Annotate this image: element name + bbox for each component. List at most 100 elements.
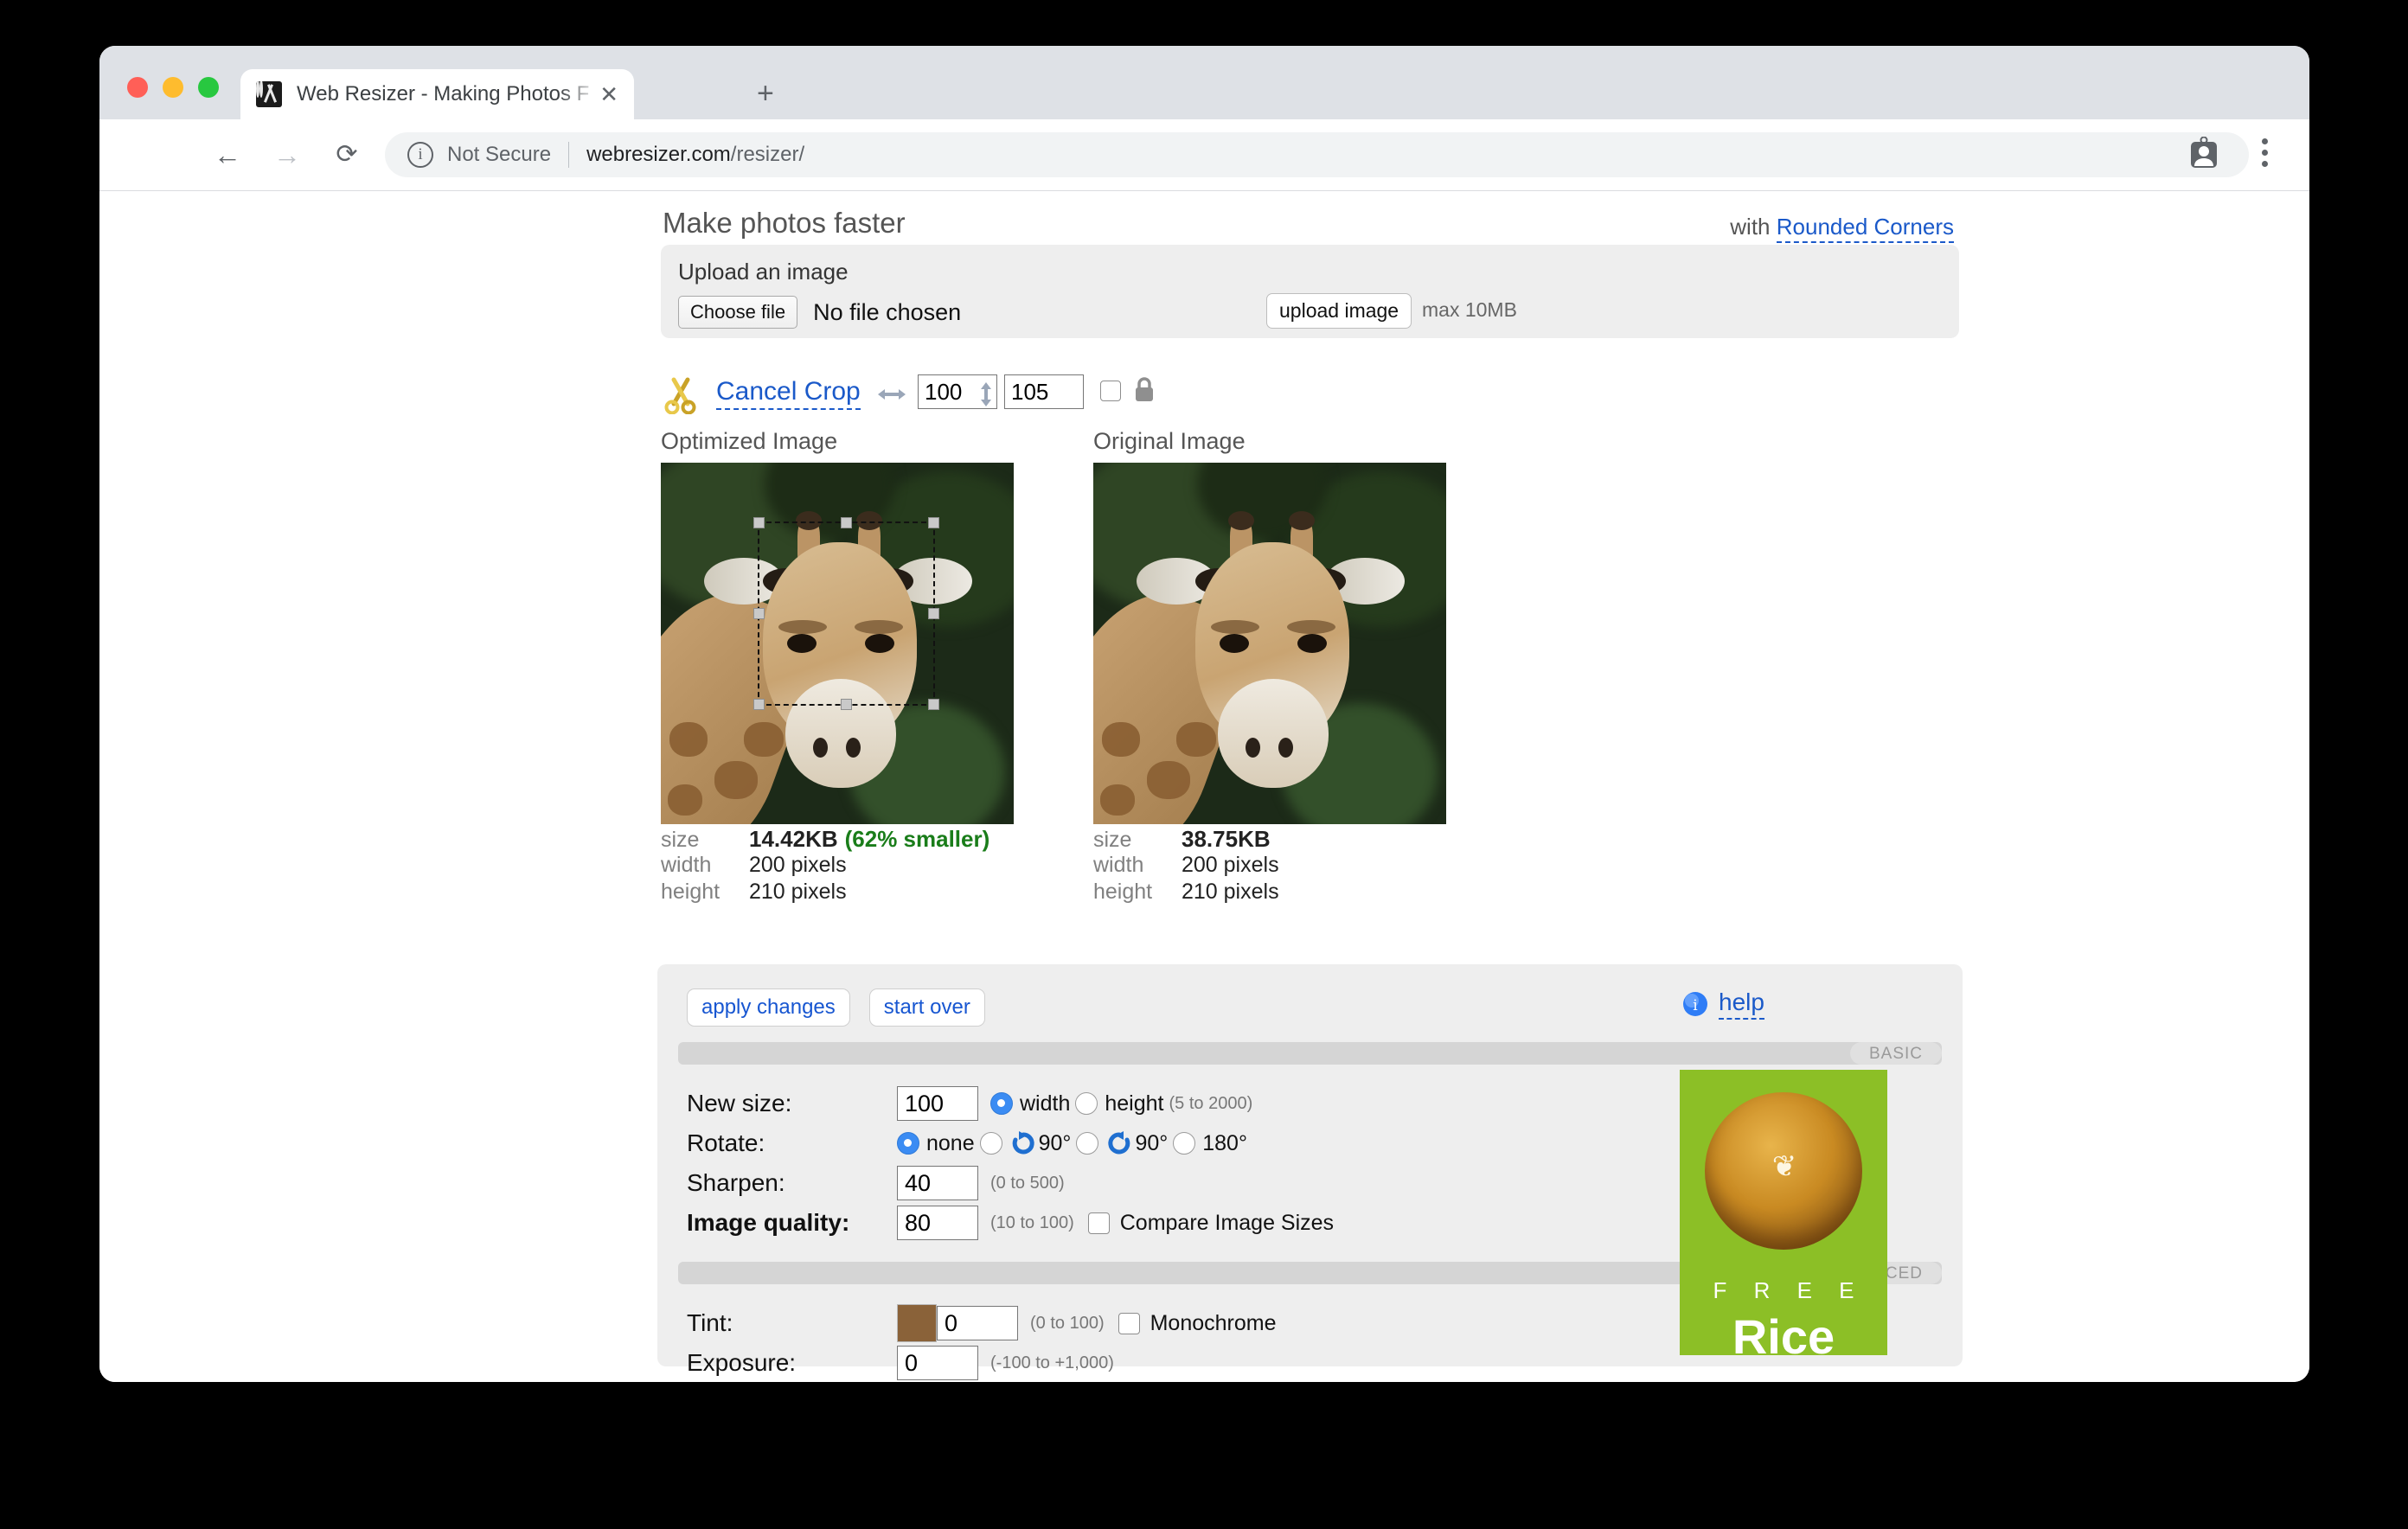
crop-handle-se[interactable] bbox=[928, 699, 939, 710]
crop-lock-checkbox[interactable] bbox=[1100, 381, 1121, 401]
apply-changes-button[interactable]: apply changes bbox=[687, 988, 850, 1027]
rotate-ccw-radio[interactable] bbox=[1076, 1132, 1099, 1155]
rotate-clockwise-icon bbox=[1009, 1129, 1037, 1157]
selected-file-name: No file chosen bbox=[813, 298, 962, 325]
optimized-image[interactable] bbox=[661, 463, 1014, 824]
width-arrow-icon bbox=[876, 385, 907, 404]
profile-card-icon[interactable] bbox=[2189, 136, 2219, 170]
sharpen-label: Sharpen: bbox=[687, 1169, 785, 1196]
optimized-size-value: 14.42KB bbox=[749, 826, 838, 852]
address-bar[interactable]: i Not Secure webresizer.com /resizer/ bbox=[385, 132, 2249, 177]
page-title: Make photos faster bbox=[663, 207, 906, 239]
advertisement-banner[interactable]: ❦ F R E E Rice bbox=[1680, 1070, 1887, 1355]
upload-image-button[interactable]: upload image bbox=[1266, 293, 1412, 329]
cancel-crop-link[interactable]: Cancel Crop bbox=[716, 377, 861, 410]
original-image[interactable] bbox=[1093, 463, 1446, 824]
compare-sizes-label: Compare Image Sizes bbox=[1119, 1210, 1335, 1235]
giraffe-photo-optimized bbox=[661, 463, 1014, 824]
optimized-height-value: 210 pixels bbox=[749, 880, 847, 904]
optimized-width-value: 200 pixels bbox=[749, 853, 847, 877]
image-quality-input[interactable] bbox=[897, 1206, 978, 1240]
start-over-button[interactable]: start over bbox=[868, 988, 985, 1027]
crop-handle-n[interactable] bbox=[840, 517, 852, 528]
crop-handle-e[interactable] bbox=[928, 607, 939, 619]
rounded-corners-link[interactable]: Rounded Corners bbox=[1776, 214, 1954, 243]
ad-free-text: F R E E bbox=[1713, 1277, 1865, 1303]
basic-section-label: BASIC bbox=[1849, 1042, 1942, 1065]
three-dot-menu-icon[interactable] bbox=[2262, 138, 2268, 167]
tint-hint: (0 to 100) bbox=[1030, 1313, 1105, 1333]
sharpen-input[interactable] bbox=[897, 1166, 978, 1200]
monochrome-checkbox[interactable] bbox=[1118, 1312, 1140, 1334]
new-size-height-label: height bbox=[1105, 1091, 1164, 1116]
new-size-hint: (5 to 2000) bbox=[1169, 1093, 1253, 1113]
crop-handle-w[interactable] bbox=[753, 607, 765, 619]
page-content: Make photos faster with Rounded Corners … bbox=[650, 191, 1969, 1380]
lock-icon bbox=[1132, 376, 1156, 404]
scissors-icon bbox=[662, 374, 701, 415]
stat-row: width 200 pixels bbox=[1093, 853, 1279, 880]
new-size-label: New size: bbox=[687, 1090, 792, 1116]
rotate-counterclockwise-icon bbox=[1105, 1129, 1133, 1157]
reload-button[interactable]: ⟳ bbox=[330, 138, 364, 171]
compare-sizes-checkbox[interactable] bbox=[1087, 1212, 1110, 1234]
stat-key-width: width bbox=[1093, 853, 1144, 877]
back-button[interactable]: ← bbox=[210, 138, 245, 171]
original-stats: size 38.75KB width 200 pixels height 210… bbox=[1093, 826, 1279, 906]
crop-handle-nw[interactable] bbox=[753, 517, 765, 528]
crop-selection[interactable] bbox=[753, 517, 939, 710]
optimized-image-label: Optimized Image bbox=[661, 428, 838, 454]
page-header: Make photos faster with Rounded Corners bbox=[650, 191, 1969, 245]
image-comparison bbox=[661, 463, 1969, 826]
crop-handle-ne[interactable] bbox=[928, 517, 939, 528]
maximize-window-button[interactable] bbox=[198, 77, 219, 98]
exposure-input[interactable] bbox=[897, 1346, 978, 1380]
help-link[interactable]: help bbox=[1719, 988, 1764, 1020]
browser-window: Web Resizer - Making Photos F ✕ + ← → ⟳ … bbox=[99, 46, 2309, 1382]
settings-panel: apply changes start over BASIC New size:… bbox=[657, 964, 1963, 1380]
browser-toolbar: ← → ⟳ i Not Secure webresizer.com /resiz… bbox=[99, 119, 2309, 191]
stat-key-size: size bbox=[661, 828, 700, 852]
svg-text:i: i bbox=[1693, 997, 1698, 1014]
new-size-height-radio[interactable] bbox=[1075, 1092, 1098, 1115]
crop-handle-s[interactable] bbox=[840, 699, 852, 710]
original-height-value: 210 pixels bbox=[1182, 880, 1279, 904]
ad-product-text: Rice bbox=[1732, 1309, 1835, 1355]
original-image-label: Original Image bbox=[1093, 428, 1246, 454]
rotate-180-radio[interactable] bbox=[1173, 1132, 1196, 1155]
stat-key-width: width bbox=[661, 853, 712, 877]
url-host: webresizer.com bbox=[586, 143, 731, 166]
stat-key-size: size bbox=[1093, 828, 1132, 852]
security-status: Not Secure bbox=[447, 143, 552, 166]
height-arrow-icon bbox=[977, 381, 996, 407]
tab-strip: Web Resizer - Making Photos F ✕ + bbox=[99, 46, 2309, 119]
tint-input[interactable] bbox=[937, 1306, 1018, 1340]
rotate-cw-radio[interactable] bbox=[979, 1132, 1002, 1155]
size-savings-note: (62% smaller) bbox=[844, 826, 990, 852]
crop-height-input[interactable] bbox=[1004, 374, 1084, 409]
close-window-button[interactable] bbox=[127, 77, 148, 98]
original-width-value: 200 pixels bbox=[1182, 853, 1279, 877]
browser-tab[interactable]: Web Resizer - Making Photos F ✕ bbox=[240, 69, 634, 119]
original-size-value: 38.75KB bbox=[1182, 826, 1271, 852]
new-size-width-radio[interactable] bbox=[990, 1092, 1013, 1115]
minimize-window-button[interactable] bbox=[163, 77, 183, 98]
forward-button[interactable]: → bbox=[270, 138, 304, 171]
new-size-input[interactable] bbox=[897, 1086, 978, 1121]
stat-row: height 210 pixels bbox=[1093, 880, 1279, 906]
crop-handle-sw[interactable] bbox=[753, 699, 765, 710]
rotate-180-label: 180° bbox=[1202, 1130, 1247, 1155]
upload-panel: Upload an image Choose file No file chos… bbox=[661, 245, 1959, 338]
rotate-none-radio[interactable] bbox=[897, 1132, 919, 1155]
image-labels: Optimized Image Original Image bbox=[661, 423, 1969, 463]
new-size-width-label: width bbox=[1020, 1091, 1071, 1116]
tint-color-swatch[interactable] bbox=[897, 1304, 937, 1342]
info-icon[interactable]: i bbox=[407, 142, 433, 168]
image-quality-hint: (10 to 100) bbox=[990, 1212, 1074, 1232]
choose-file-button[interactable]: Choose file bbox=[678, 296, 798, 329]
new-tab-button[interactable]: + bbox=[757, 79, 774, 108]
close-tab-button[interactable]: ✕ bbox=[599, 83, 618, 106]
with-label: with bbox=[1730, 214, 1771, 240]
crop-toolbar: Cancel Crop bbox=[661, 374, 1969, 423]
scissors-favicon bbox=[256, 81, 282, 107]
